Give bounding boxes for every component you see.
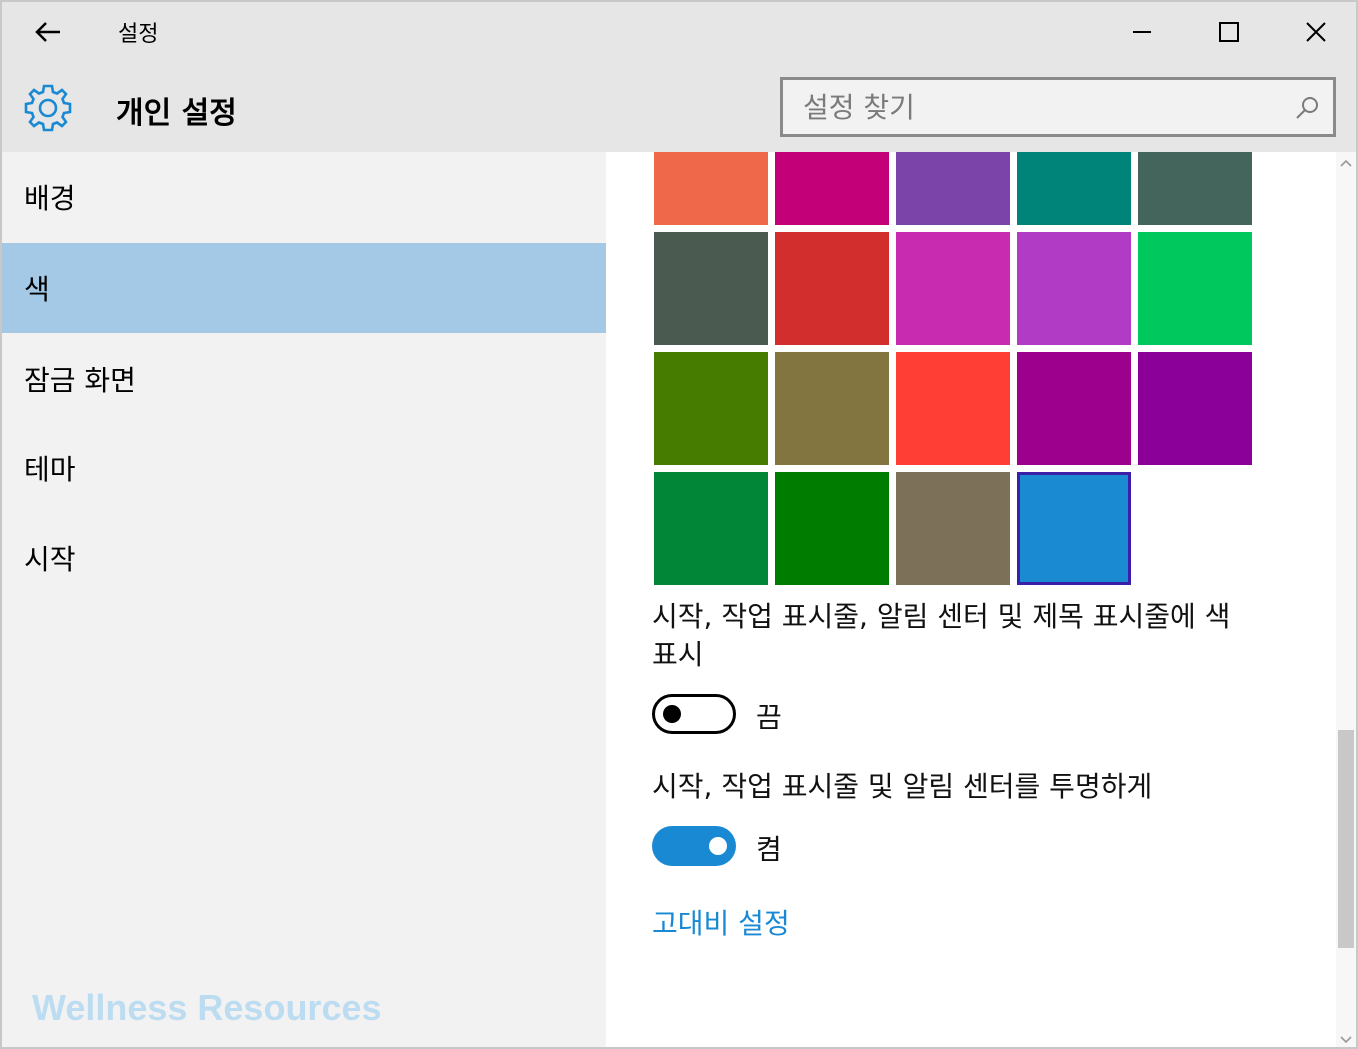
color-swatch[interactable] xyxy=(1138,152,1252,225)
show-color-label-line1: 시작, 작업 표시줄, 알림 센터 및 제목 표시줄에 색 xyxy=(652,600,1231,633)
sidebar-item-label: 시작 xyxy=(24,543,76,576)
color-swatch[interactable] xyxy=(654,352,768,465)
scroll-thumb[interactable] xyxy=(1338,730,1354,948)
sidebar-item-label: 배경 xyxy=(24,182,76,215)
color-swatch[interactable] xyxy=(775,352,889,465)
toggle-knob xyxy=(663,705,681,723)
minimize-icon xyxy=(1133,31,1151,33)
minimize-button[interactable] xyxy=(1112,8,1172,56)
color-swatch[interactable] xyxy=(775,232,889,345)
content-scrollbar[interactable] xyxy=(1336,152,1356,1049)
color-swatch[interactable] xyxy=(775,152,889,225)
transparency-toggle[interactable] xyxy=(652,826,736,866)
color-swatch[interactable] xyxy=(775,472,889,585)
color-swatch[interactable] xyxy=(896,352,1010,465)
back-button[interactable] xyxy=(24,12,72,52)
page-title: 개인 설정 xyxy=(116,96,237,131)
transparency-state: 켬 xyxy=(756,833,782,866)
color-swatch[interactable] xyxy=(1138,232,1252,345)
scroll-up-arrow-icon[interactable] xyxy=(1336,152,1356,174)
window-title: 설정 xyxy=(118,22,159,47)
sidebar-item-label: 테마 xyxy=(24,453,76,486)
color-swatch[interactable] xyxy=(654,152,768,225)
close-icon xyxy=(1306,22,1326,42)
transparency-label: 시작, 작업 표시줄 및 알림 센터를 투명하게 xyxy=(652,770,1153,803)
color-swatch[interactable] xyxy=(896,152,1010,225)
maximize-button[interactable] xyxy=(1199,8,1259,56)
color-swatch[interactable] xyxy=(896,472,1010,585)
color-swatch[interactable] xyxy=(1017,152,1131,225)
high-contrast-settings-link[interactable]: 고대비 설정 xyxy=(652,902,790,942)
page-header: 개인 설정 xyxy=(2,64,1356,152)
sidebar-item-background[interactable]: 배경 xyxy=(2,152,606,242)
scroll-down-arrow-icon[interactable] xyxy=(1336,1029,1356,1049)
settings-window: 설정 개인 설정 설정 찾기 배경 색 잠금 화면 테마 시작 Wellness… xyxy=(0,0,1358,1049)
color-swatch[interactable] xyxy=(1017,472,1131,585)
search-icon[interactable] xyxy=(1293,94,1321,122)
color-swatch[interactable] xyxy=(1138,352,1252,465)
sidebar-item-lock-screen[interactable]: 잠금 화면 xyxy=(2,334,606,424)
color-swatch[interactable] xyxy=(654,472,768,585)
color-swatch[interactable] xyxy=(896,232,1010,345)
show-color-label-line2: 표시 xyxy=(652,638,704,671)
sidebar-item-theme[interactable]: 테마 xyxy=(2,423,606,513)
color-swatch[interactable] xyxy=(1017,232,1131,345)
content-pane: 시작, 작업 표시줄, 알림 센터 및 제목 표시줄에 색 표시 끔 시작, 작… xyxy=(606,152,1336,1047)
color-swatch[interactable] xyxy=(1017,352,1131,465)
watermark: Wellness Resources xyxy=(32,987,382,1028)
sidebar-item-label: 색 xyxy=(24,273,50,306)
color-swatch[interactable] xyxy=(654,232,768,345)
search-box[interactable] xyxy=(780,77,1336,137)
gear-icon xyxy=(24,84,72,132)
sidebar-item-color[interactable]: 색 xyxy=(2,243,606,333)
sidebar-item-start[interactable]: 시작 xyxy=(2,513,606,603)
show-color-state: 끔 xyxy=(756,701,782,734)
show-color-label: 시작, 작업 표시줄, 알림 센터 및 제목 표시줄에 색 표시 xyxy=(652,598,1230,674)
close-button[interactable] xyxy=(1286,8,1346,56)
sidebar-item-label: 잠금 화면 xyxy=(24,364,136,397)
maximize-icon xyxy=(1219,22,1239,42)
toggle-knob xyxy=(709,837,727,855)
search-input[interactable] xyxy=(783,80,1333,134)
show-color-toggle[interactable] xyxy=(652,694,736,734)
title-bar: 설정 xyxy=(2,2,1356,64)
sidebar: 배경 색 잠금 화면 테마 시작 Wellness Resources xyxy=(2,152,606,1047)
back-arrow-icon xyxy=(35,22,60,42)
